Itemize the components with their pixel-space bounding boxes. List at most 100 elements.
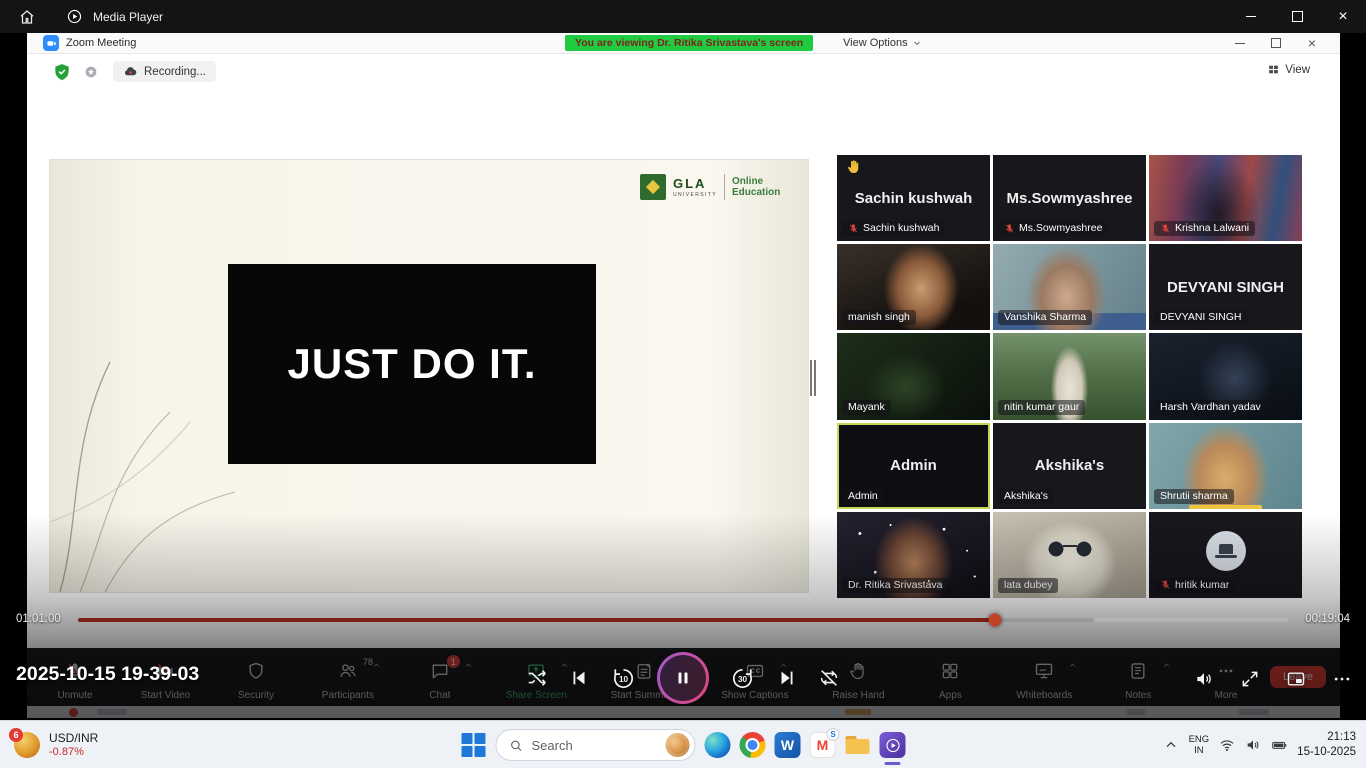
recording-label: Recording... <box>144 66 206 78</box>
skip-back-10-button[interactable]: 10 <box>610 665 637 692</box>
slide-text-box: JUST DO IT. <box>228 264 596 464</box>
widget-icon: 6 <box>14 732 40 758</box>
widget-title: USD/INR <box>49 731 98 745</box>
zoom-toolbar-button[interactable]: Whiteboards <box>1016 661 1072 701</box>
audio-indicator <box>1189 505 1262 509</box>
chevron-up-icon <box>464 661 473 670</box>
edge-icon[interactable] <box>705 732 731 758</box>
media-player-taskbar-icon[interactable] <box>880 732 906 758</box>
speaker-icon[interactable] <box>1245 737 1261 753</box>
miniplayer-button[interactable] <box>1286 669 1306 689</box>
toolbar-label: Chat <box>429 690 450 701</box>
participant-name-label: Vanshika Sharma <box>998 310 1092 325</box>
repeat-button[interactable] <box>818 667 840 689</box>
file-explorer-icon[interactable] <box>845 732 871 758</box>
participant-tile: Shrutii sharma <box>1149 423 1302 509</box>
zoom-toolbar-button[interactable]: Raise Hand <box>832 661 884 701</box>
close-button[interactable]: × <box>1320 0 1366 33</box>
minimize-button[interactable] <box>1228 0 1274 33</box>
cloud-recording-icon <box>123 64 138 79</box>
toolbar-label: Security <box>238 690 274 701</box>
battery-icon[interactable] <box>1271 737 1287 753</box>
word-icon[interactable]: W <box>775 732 801 758</box>
zoom-toolbar-button[interactable]: Notes <box>1116 661 1160 701</box>
zoom-toolbar-button[interactable]: 78 Participants <box>322 661 374 701</box>
zoom-window-title: Zoom Meeting <box>66 37 136 49</box>
maximize-button[interactable] <box>1274 0 1320 33</box>
skip-forward-30-button[interactable]: 30 <box>729 665 756 692</box>
zoom-topbar: Recording... View <box>27 54 1340 91</box>
shuffle-button[interactable] <box>526 667 548 689</box>
meeting-security-shield-icon[interactable] <box>52 62 72 82</box>
player-controls: 10 30 <box>526 652 840 704</box>
participant-name-label: Mayank <box>842 400 891 415</box>
volume-button[interactable] <box>1194 669 1214 689</box>
split-handle[interactable] <box>810 360 816 396</box>
search-highlight-image <box>666 733 690 757</box>
zoom-close-button[interactable]: × <box>1294 33 1330 53</box>
participant-name-label: DEVYANI SINGH <box>1154 310 1248 325</box>
start-button[interactable] <box>461 732 487 758</box>
chevron-up-icon <box>372 661 381 670</box>
gla-logo-name: GLA <box>673 177 717 190</box>
participant-name-label: nitin kumar gaur <box>998 400 1085 415</box>
participant-name-label: Akshika's <box>998 489 1054 504</box>
pause-button[interactable] <box>657 652 709 704</box>
participant-name-label: Krishna Lalwani <box>1154 221 1255 236</box>
zoom-toolbar-button[interactable]: Apps <box>928 661 972 701</box>
participant-name-label: Admin <box>842 489 884 504</box>
seek-handle[interactable] <box>989 614 1002 627</box>
participant-tile: Harsh Vardhan yadav <box>1149 333 1302 419</box>
toolbar-icon <box>940 661 960 681</box>
participant-tile: Akshika's Akshika's <box>993 423 1146 509</box>
toolbar-icon <box>1128 661 1148 681</box>
wifi-icon[interactable] <box>1219 737 1235 753</box>
view-options-button[interactable]: View Options <box>843 34 922 52</box>
gla-logo-tagline: Online Education <box>732 176 788 199</box>
screen-share-banner: You are viewing Dr. Ritika Srivastava's … <box>565 35 813 51</box>
strip-red-dot <box>69 708 78 717</box>
search-placeholder: Search <box>532 738 658 753</box>
tray-date: 15-10-2025 <box>1297 745 1356 760</box>
tray-chevron-icon[interactable] <box>1163 737 1179 753</box>
muted-mic-icon <box>1004 223 1015 234</box>
more-options-button[interactable] <box>1332 669 1352 689</box>
fullscreen-button[interactable] <box>1240 669 1260 689</box>
toolbar-label: More <box>1215 690 1238 701</box>
mail-badge: S <box>827 728 840 741</box>
window-title: Media Player <box>93 10 163 24</box>
zoom-toolbar-button[interactable]: Security <box>234 661 278 701</box>
zoom-minimize-button[interactable] <box>1222 33 1258 53</box>
participant-tile: nitin kumar gaur <box>993 333 1146 419</box>
language-indicator[interactable]: ENG IN <box>1189 734 1210 757</box>
tray-time: 21:13 <box>1297 730 1356 745</box>
widget-badge: 6 <box>9 728 23 742</box>
participant-name-label: Shrutii sharma <box>1154 489 1234 504</box>
next-track-button[interactable] <box>776 667 798 689</box>
notification-badge: 1 <box>447 655 460 668</box>
zoom-toolbar-button[interactable]: 1 Chat <box>418 661 462 701</box>
chrome-icon[interactable] <box>740 732 766 758</box>
participant-tile: Admin Admin <box>837 423 990 509</box>
zoom-maximize-button[interactable] <box>1258 33 1294 53</box>
svg-text:30: 30 <box>738 674 748 683</box>
gla-logo-divider <box>724 174 725 200</box>
widgets-button[interactable]: 6 USD/INR -0.87% <box>8 721 104 768</box>
muted-mic-icon <box>848 223 859 234</box>
clock[interactable]: 21:13 15-10-2025 <box>1297 730 1360 760</box>
pause-icon <box>671 666 695 690</box>
seek-bar[interactable] <box>78 618 1288 622</box>
participant-tile: lata dubey <box>993 512 1146 598</box>
home-button[interactable] <box>12 0 42 33</box>
strip-blob <box>845 709 871 715</box>
video-area: Zoom Meeting You are viewing Dr. Ritika … <box>0 33 1366 720</box>
participant-name-label: Dr. Ritika Srivastava <box>842 578 949 593</box>
elapsed-time: 01:01:00 <box>16 613 61 625</box>
remaining-time: 00:19:04 <box>1305 613 1350 625</box>
search-box[interactable]: Search <box>496 729 696 761</box>
mail-icon[interactable]: MS <box>810 732 836 758</box>
view-button[interactable]: View <box>1267 63 1310 76</box>
previous-track-button[interactable] <box>568 667 590 689</box>
participant-tile: Sachin kushwah Sachin kushwah <box>837 155 990 241</box>
participant-name-label: lata dubey <box>998 578 1058 593</box>
